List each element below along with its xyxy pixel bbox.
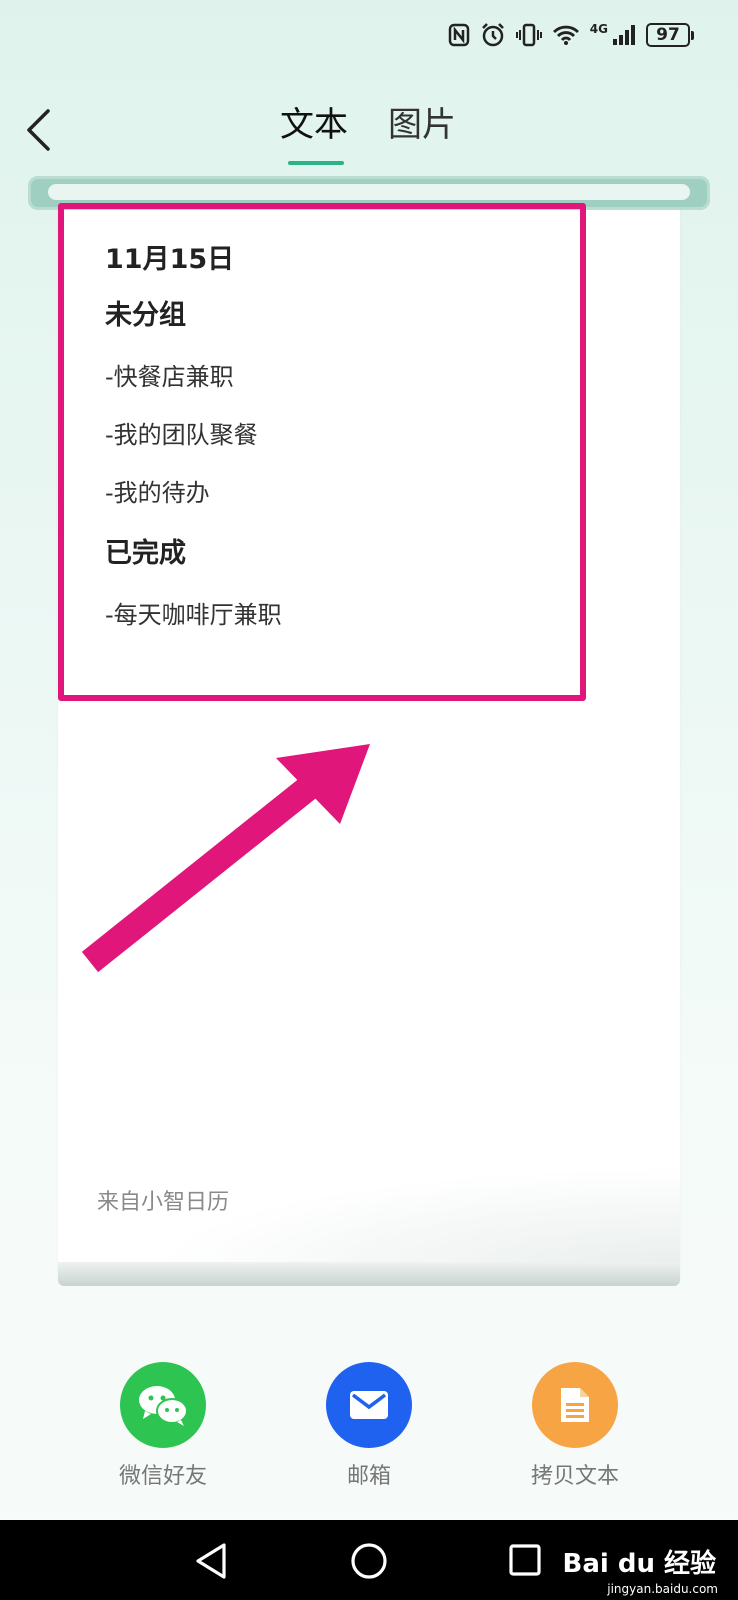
share-wechat-label: 微信好友 <box>118 1464 207 1489</box>
status-bar: 4G 97 <box>0 0 738 70</box>
list-item: -每天咖啡厅兼职 <box>105 601 282 629</box>
nfc-icon <box>448 23 470 47</box>
share-options: 微信好友 邮箱 拷贝文本 <box>0 1362 738 1502</box>
watermark-brand: Bai du 经验 <box>562 1549 717 1579</box>
nav-home-icon[interactable] <box>350 1542 388 1580</box>
paper-bottom-edge <box>58 1262 680 1286</box>
note-content: 11月15日 未分组 -快餐店兼职 -我的团队聚餐 -我的待办 已完成 -每天咖… <box>105 240 565 632</box>
tab-image[interactable]: 图片 <box>388 103 456 147</box>
active-tab-indicator <box>288 161 344 165</box>
wifi-icon <box>552 25 579 45</box>
group-title-completed: 已完成 <box>105 538 186 569</box>
copy-text-button[interactable]: 拷贝文本 <box>490 1362 660 1492</box>
document-icon <box>532 1362 618 1448</box>
tab-bar: 文本 图片 <box>280 103 456 147</box>
signal-icon <box>613 25 635 45</box>
list-item: -我的待办 <box>105 479 210 507</box>
list-item: -快餐店兼职 <box>105 363 234 391</box>
note-source: 来自小智日历 <box>97 1190 230 1215</box>
status-icons: 4G 97 <box>448 22 694 48</box>
annotation-arrow-icon <box>81 744 370 973</box>
scroll-roller <box>28 176 710 210</box>
header: 文本 图片 <box>0 95 738 175</box>
watermark-url: jingyan.baidu.com <box>607 1582 718 1596</box>
share-mail-label: 邮箱 <box>346 1464 391 1489</box>
chevron-left-icon <box>27 109 50 151</box>
alarm-icon <box>481 23 504 47</box>
wechat-icon <box>120 1362 206 1448</box>
battery-indicator: 97 <box>646 23 694 47</box>
share-mail-button[interactable]: 邮箱 <box>284 1362 454 1492</box>
nav-back-icon[interactable] <box>194 1542 228 1580</box>
battery-tip <box>691 30 694 40</box>
vibrate-icon <box>515 23 542 47</box>
system-nav-bar: Bai du 经验 jingyan.baidu.com <box>0 1520 738 1600</box>
list-item: -我的团队聚餐 <box>105 421 258 449</box>
note-date: 11月15日 <box>105 244 235 275</box>
back-button[interactable] <box>16 105 60 155</box>
share-wechat-button[interactable]: 微信好友 <box>78 1362 248 1492</box>
copy-text-label: 拷贝文本 <box>530 1464 619 1489</box>
mail-icon <box>326 1362 412 1448</box>
scroll-roller-inner <box>48 184 690 200</box>
group-title-ungrouped: 未分组 <box>105 300 186 331</box>
tab-text[interactable]: 文本 <box>280 103 348 147</box>
nav-recents-icon[interactable] <box>508 1542 542 1578</box>
network-type: 4G <box>589 22 608 36</box>
battery-level: 97 <box>646 23 690 47</box>
